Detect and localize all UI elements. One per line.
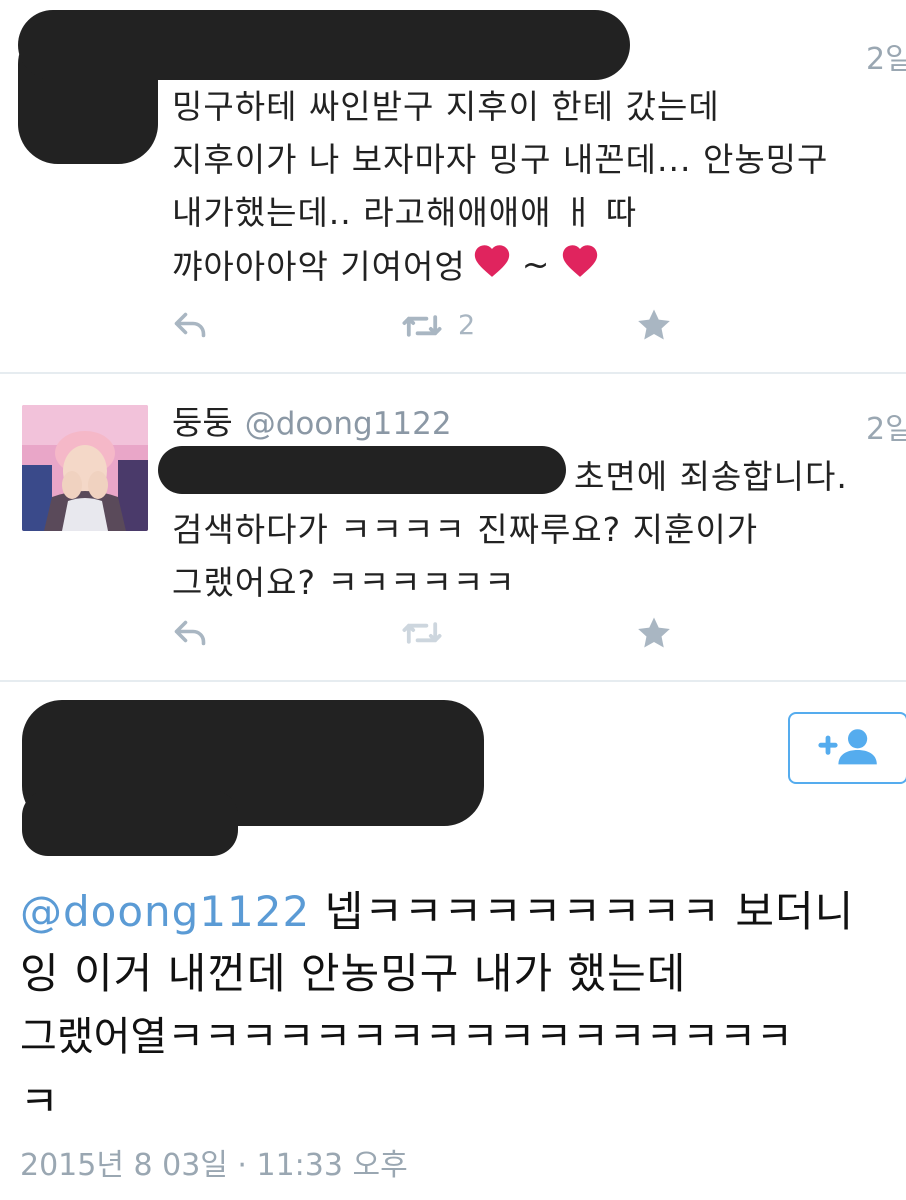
retweet-button[interactable] (400, 618, 444, 648)
tweet-text-line: 지후이가 나 보자마자 밍구 내꼰데... 안농밍구 (172, 140, 829, 179)
favorite-button[interactable] (636, 308, 672, 342)
heart-icon (560, 242, 600, 286)
retweet-count: 2 (458, 310, 476, 341)
favorite-button[interactable] (636, 616, 672, 650)
star-icon (636, 308, 672, 342)
redacted-name (18, 10, 630, 80)
retweet-icon (400, 311, 444, 341)
retweet-icon (400, 618, 444, 648)
tweet-text-line: 밍구하테 싸인받구 지후이 한테 갔는데 (172, 87, 720, 126)
tweet-text: 꺄아아아악 기여어엉 (172, 247, 466, 286)
tweet-text-line: 초면에 죄송합니다. (574, 457, 848, 496)
tweet-text-line: ㅋ (20, 1077, 60, 1126)
tweet-text-line: 검색하다가 ㅋㅋㅋㅋ 진짜루요? 지훈이가 (172, 510, 759, 549)
follow-button[interactable] (788, 712, 906, 784)
avatar[interactable] (22, 405, 148, 531)
tweet-timestamp: 2015년 8 03일 · 11:33 오후 (20, 1148, 408, 1183)
heart-icon (472, 242, 512, 286)
star-icon (636, 616, 672, 650)
tweet-1[interactable]: 2일 밍구하테 싸인받구 지후이 한테 갔는데 지후이가 나 보자마자 밍구 내… (0, 0, 906, 370)
tweet-text-line-hearts: 꺄아아아악 기여어엉 ~ (172, 240, 600, 288)
tweet-time: 2일 (866, 42, 906, 77)
tweet-text-line: 그랬어요? ㅋㅋㅋㅋㅋㅋ (172, 563, 516, 602)
reply-icon (172, 310, 208, 340)
reply-button[interactable] (172, 310, 208, 340)
tweet-time: 2일 (866, 412, 906, 447)
reply-button[interactable] (172, 618, 208, 648)
mention-link[interactable]: @doong1122 (20, 887, 310, 936)
tweet-text-line: 그랬어열ㅋㅋㅋㅋㅋㅋㅋㅋㅋㅋㅋㅋㅋㅋㅋㅋㅋ (20, 1014, 793, 1060)
add-user-icon (816, 726, 880, 770)
tweet-text-line: 내가했는데.. 라고해애애애 ㅐ 따 (172, 193, 638, 232)
redacted-profile-tail (22, 790, 238, 856)
tilde-text: ~ (521, 244, 551, 284)
redacted-mention (158, 446, 566, 494)
tweet-text: 넵ㅋㅋㅋㅋㅋㅋㅋㅋㅋ 보더니 (310, 887, 855, 936)
tweet-text-line: 잉 이거 내껀데 안농밍구 내가 했는데 (20, 949, 687, 998)
tweet-text-line: @doong1122 넵ㅋㅋㅋㅋㅋㅋㅋㅋㅋ 보더니 (20, 878, 854, 939)
display-name[interactable]: 둥둥 (172, 403, 233, 442)
user-name-row[interactable]: 둥둥 @doong1122 (172, 396, 452, 444)
retweet-button[interactable]: 2 (400, 310, 475, 341)
reply-icon (172, 618, 208, 648)
user-handle[interactable]: @doong1122 (245, 406, 452, 442)
